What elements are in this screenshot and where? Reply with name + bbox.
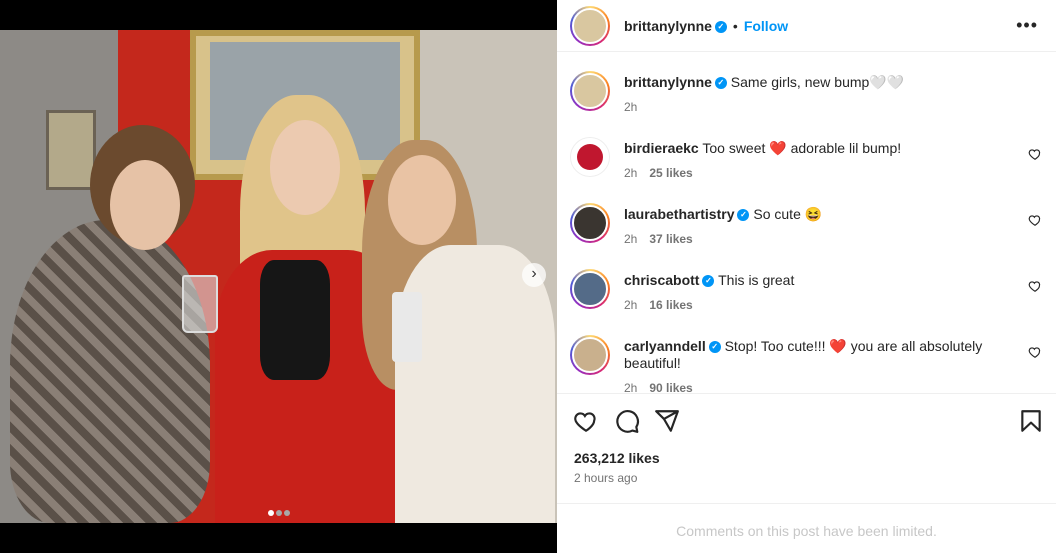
- caption-time[interactable]: 2h: [624, 100, 637, 114]
- carousel-dots: [0, 503, 557, 521]
- photo-person-left: [10, 220, 210, 523]
- post-timestamp[interactable]: 2 hours ago: [574, 471, 637, 485]
- comment-text-line: laurabethartistry ✓ So cute 😆: [624, 206, 1004, 223]
- dot-separator: •: [732, 18, 738, 34]
- commenter-avatar[interactable]: [570, 137, 610, 177]
- comment-likes[interactable]: 16 likes: [649, 298, 692, 312]
- comment-text: So cute 😆: [753, 206, 823, 222]
- comment-username[interactable]: carlyanndell: [624, 338, 706, 354]
- comment-icon[interactable]: [614, 408, 640, 434]
- caption-username[interactable]: brittanylynne: [624, 74, 712, 90]
- comment-username[interactable]: birdieraekc: [624, 140, 699, 156]
- bookmark-icon[interactable]: [1018, 408, 1044, 434]
- carousel-dot[interactable]: [275, 510, 282, 516]
- comment-time[interactable]: 2h: [624, 232, 637, 246]
- comment-username[interactable]: laurabethartistry: [624, 206, 734, 222]
- more-options-icon[interactable]: •••: [1016, 15, 1038, 36]
- comment-text-line: chriscabott ✓ This is great: [624, 272, 1004, 289]
- comment-like-heart-icon[interactable]: [1028, 279, 1042, 293]
- post-media: ›: [0, 0, 557, 553]
- comment-time[interactable]: 2h: [624, 381, 637, 393]
- comment-text-line: birdieraekc Too sweet ❤️ adorable lil bu…: [624, 140, 1004, 157]
- comment-likes[interactable]: 90 likes: [649, 381, 692, 393]
- verified-badge-icon: ✓: [737, 209, 750, 222]
- photo-person-left-face: [110, 160, 180, 250]
- comment-username[interactable]: chriscabott: [624, 272, 699, 288]
- comment-text-line: carlyanndell ✓ Stop! Too cute!!! ❤️ you a…: [624, 338, 1004, 372]
- caption-meta: 2h: [624, 100, 637, 114]
- caption-text: Same girls, new bump🤍🤍: [730, 74, 905, 90]
- comment-like-heart-icon[interactable]: [1028, 345, 1042, 359]
- comment-like-heart-icon[interactable]: [1028, 213, 1042, 227]
- comment-meta: 2h 16 likes: [624, 298, 693, 312]
- commenter-avatar[interactable]: [570, 335, 610, 375]
- carousel-dot[interactable]: [267, 510, 274, 516]
- comment-time[interactable]: 2h: [624, 166, 637, 180]
- post-actions: 263,212 likes 2 hours ago: [557, 393, 1056, 503]
- photo-cup: [182, 275, 218, 333]
- comment-text: This is great: [718, 272, 795, 288]
- photo-person-center-top: [260, 260, 330, 380]
- share-icon[interactable]: [654, 408, 680, 434]
- comment-likes[interactable]: 37 likes: [649, 232, 692, 246]
- comment-likes[interactable]: 25 likes: [649, 166, 692, 180]
- post-header: brittanylynne ✓ • Follow •••: [557, 0, 1056, 52]
- comment-meta: 2h 90 likes: [624, 381, 693, 393]
- comment-meta: 2h 25 likes: [624, 166, 693, 180]
- comment-text: Too sweet ❤️ adorable lil bump!: [702, 140, 902, 156]
- photo-small-frame: [46, 110, 96, 190]
- carousel-dot[interactable]: [283, 510, 290, 516]
- commenter-avatar[interactable]: [570, 203, 610, 243]
- heart-icon[interactable]: [573, 408, 599, 434]
- comment-meta: 2h 37 likes: [624, 232, 693, 246]
- comments-limited-notice: Comments on this post have been limited.: [557, 503, 1056, 553]
- comment-like-heart-icon[interactable]: [1028, 147, 1042, 161]
- author-username[interactable]: brittanylynne: [624, 18, 712, 34]
- post-sidebar: brittanylynne ✓ • Follow ••• brittanylynne ✓…: [557, 0, 1056, 553]
- likes-count[interactable]: 263,212 likes: [574, 450, 660, 466]
- author-avatar[interactable]: [570, 6, 610, 46]
- author-avatar-small[interactable]: [570, 71, 610, 111]
- post-photo[interactable]: [0, 30, 557, 523]
- caption-text-line: brittanylynne ✓ Same girls, new bump🤍🤍: [624, 74, 1004, 91]
- photo-person-center-face: [270, 120, 340, 215]
- photo-can: [392, 292, 422, 362]
- commenter-avatar[interactable]: [570, 269, 610, 309]
- verified-badge-icon: ✓: [714, 21, 727, 34]
- comment-time[interactable]: 2h: [624, 298, 637, 312]
- carousel-next-button[interactable]: ›: [522, 263, 546, 287]
- verified-badge-icon: ✓: [702, 275, 715, 288]
- verified-badge-icon: ✓: [708, 341, 721, 354]
- photo-person-right-face: [388, 155, 456, 245]
- verified-badge-icon: ✓: [714, 77, 727, 90]
- comments-list[interactable]: brittanylynne ✓ Same girls, new bump🤍🤍 2h…: [557, 53, 1056, 393]
- follow-button[interactable]: Follow: [744, 18, 788, 34]
- author-line: brittanylynne ✓ • Follow: [624, 18, 788, 34]
